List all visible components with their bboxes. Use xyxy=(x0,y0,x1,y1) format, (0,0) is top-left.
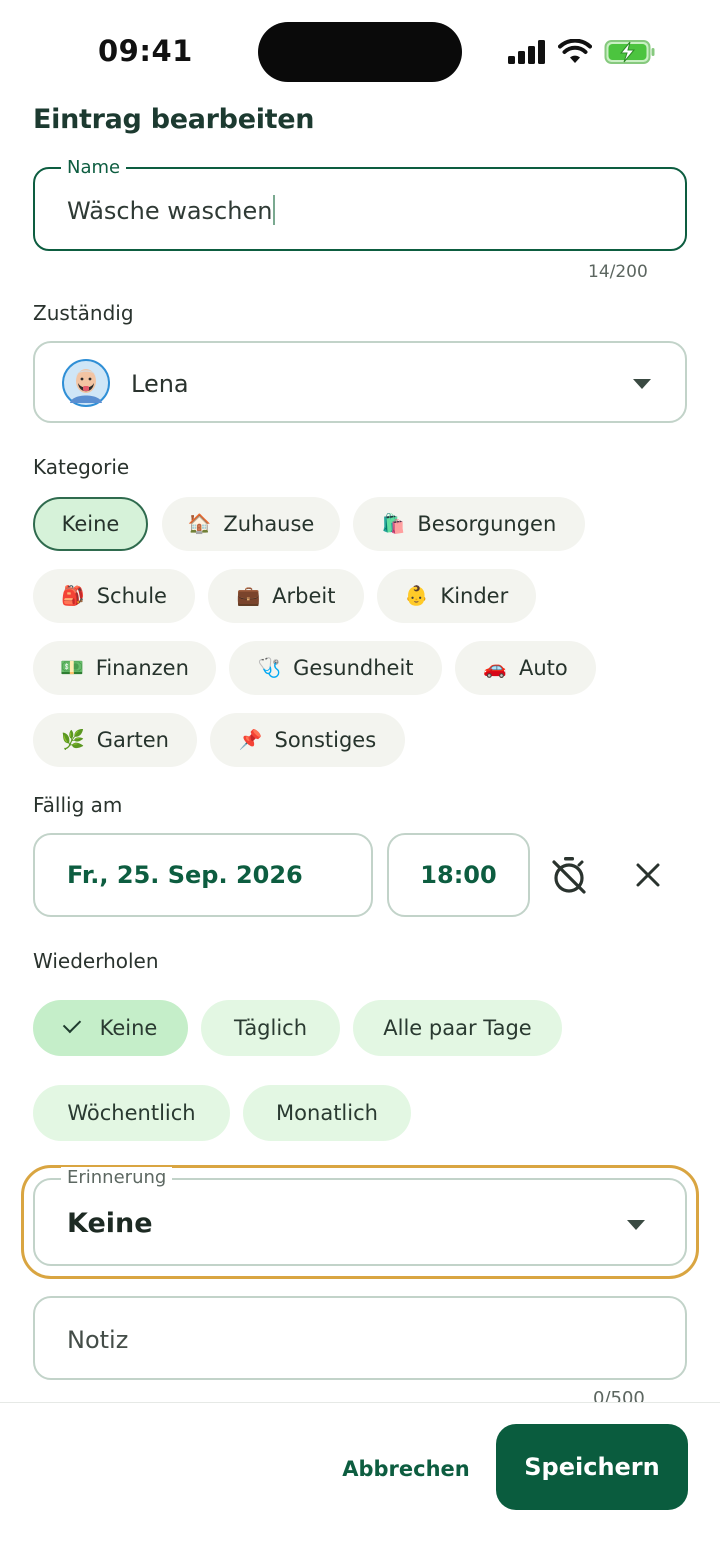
note-input[interactable]: Notiz xyxy=(33,1296,687,1380)
text-cursor xyxy=(273,195,276,225)
repeat-chip-keine[interactable]: Keine xyxy=(33,1000,188,1056)
chevron-down-icon xyxy=(627,1220,645,1230)
repeat-label: Wiederholen xyxy=(33,949,159,973)
baby-icon: 👶 xyxy=(404,584,429,607)
check-icon xyxy=(62,1014,81,1034)
dynamic-island xyxy=(258,22,462,82)
repeat-chip-monatlich[interactable]: Monatlich xyxy=(243,1085,411,1141)
wifi-icon xyxy=(558,39,592,63)
name-field-label: Name xyxy=(61,157,127,179)
name-input-value: Wäsche waschen xyxy=(67,197,273,225)
chevron-down-icon xyxy=(633,379,651,389)
due-date-button[interactable]: Fr., 25. Sep. 2026 xyxy=(33,833,373,917)
category-chip-auto[interactable]: 🚗 Auto xyxy=(455,641,596,695)
timer-off-button[interactable] xyxy=(545,851,593,899)
dialog-title: Eintrag bearbeiten xyxy=(33,104,315,135)
backpack-icon: 🎒 xyxy=(61,584,85,607)
repeat-chip-alle-paar-tage[interactable]: Alle paar Tage xyxy=(353,1000,562,1056)
category-chip-keine[interactable]: Keine xyxy=(33,497,148,551)
status-bar: 09:41 xyxy=(0,0,720,100)
status-time: 09:41 xyxy=(98,34,193,68)
briefcase-icon: 💼 xyxy=(236,584,261,607)
name-char-counter: 14/200 xyxy=(588,262,648,282)
user-avatar-icon xyxy=(62,359,110,407)
pushpin-icon: 📌 xyxy=(238,728,263,751)
category-chip-besorgungen[interactable]: 🛍️ Besorgungen xyxy=(353,497,585,551)
category-chip-garten[interactable]: 🌿 Garten xyxy=(33,713,197,767)
category-chip-schule[interactable]: 🎒 Schule xyxy=(33,569,195,623)
repeat-chip-woechentlich[interactable]: Wöchentlich xyxy=(33,1085,230,1141)
assignee-value: Lena xyxy=(131,370,189,398)
herb-icon: 🌿 xyxy=(61,728,85,751)
edit-entry-sheet: 09:41 Eintrag bearbeiten Name Wäsche was… xyxy=(0,0,720,1564)
shopping-bags-icon: 🛍️ xyxy=(381,512,406,535)
due-time-button[interactable]: 18:00 xyxy=(387,833,530,917)
car-icon: 🚗 xyxy=(483,656,507,679)
category-chip-zuhause[interactable]: 🏠 Zuhause xyxy=(162,497,340,551)
stethoscope-icon: 🩺 xyxy=(257,656,282,679)
category-chip-gesundheit[interactable]: 🩺 Gesundheit xyxy=(229,641,442,695)
category-chip-sonstiges[interactable]: 📌 Sonstiges xyxy=(210,713,405,767)
status-icons xyxy=(508,36,656,68)
cancel-button[interactable]: Abbrechen xyxy=(330,1441,482,1497)
house-icon: 🏠 xyxy=(187,512,212,535)
note-placeholder: Notiz xyxy=(67,1326,129,1354)
reminder-select[interactable]: Erinnerung Keine xyxy=(33,1167,687,1266)
assignee-label: Zuständig xyxy=(33,301,134,325)
cellular-signal-icon xyxy=(508,40,545,64)
timer-off-icon xyxy=(552,857,586,894)
save-button[interactable]: Speichern xyxy=(496,1424,688,1510)
category-chip-finanzen[interactable]: 💵 Finanzen xyxy=(33,641,216,695)
assignee-select[interactable]: Lena xyxy=(33,341,687,423)
action-bar: Abbrechen Speichern xyxy=(0,1402,720,1564)
money-icon: 💵 xyxy=(60,656,84,679)
category-chip-kinder[interactable]: 👶 Kinder xyxy=(377,569,536,623)
due-label: Fällig am xyxy=(33,793,123,817)
battery-charging-icon xyxy=(604,40,655,64)
repeat-chip-taeglich[interactable]: Täglich xyxy=(201,1000,340,1056)
reminder-value: Keine xyxy=(67,1208,153,1239)
reminder-label: Erinnerung xyxy=(61,1167,173,1189)
category-chip-arbeit[interactable]: 💼 Arbeit xyxy=(208,569,364,623)
name-input[interactable]: Name Wäsche waschen xyxy=(33,157,687,251)
due-time-value: 18:00 xyxy=(420,861,497,889)
due-date-value: Fr., 25. Sep. 2026 xyxy=(67,861,303,889)
close-icon xyxy=(636,863,660,887)
category-label: Kategorie xyxy=(33,455,130,479)
clear-due-button[interactable] xyxy=(624,851,672,899)
